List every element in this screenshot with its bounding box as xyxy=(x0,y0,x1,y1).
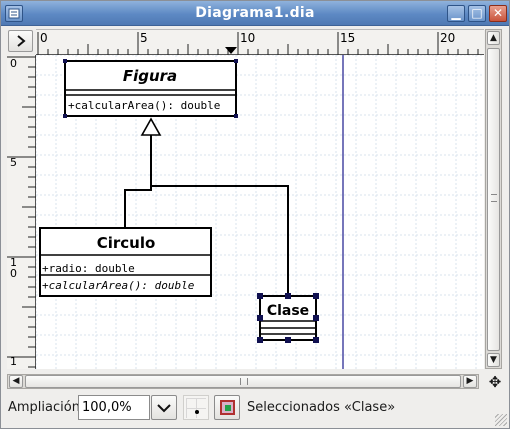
menu-popup-button[interactable] xyxy=(8,30,33,52)
dia-window: Diagrama1.dia ▁ □ ✕ 0 5 10 15 20 0 5 1 0… xyxy=(0,0,510,429)
chevron-right-icon xyxy=(16,35,26,47)
vruler-label-15: 1 xyxy=(10,355,17,368)
horizontal-scroll-thumb[interactable] xyxy=(25,375,461,388)
minimize-icon: ▁ xyxy=(451,6,461,20)
ruler-label-5: 5 xyxy=(140,31,148,45)
zoom-label: Ampliación xyxy=(8,400,80,415)
class-name-clase: Clase xyxy=(267,303,309,319)
vertical-scroll-thumb[interactable] xyxy=(487,48,500,351)
close-icon: ✕ xyxy=(492,6,504,20)
resize-handle-n[interactable] xyxy=(285,293,291,299)
zoom-dropdown-button[interactable] xyxy=(151,395,177,420)
mainpoint-snap-toggle[interactable] xyxy=(214,395,240,420)
attribute-circulo-0: +radio: double xyxy=(42,262,135,275)
generalization-arrow-icon xyxy=(140,117,162,136)
horizontal-ruler[interactable]: 0 5 10 15 20 xyxy=(36,29,484,56)
object-snap-inner-square xyxy=(225,405,231,411)
vruler-label-0: 0 xyxy=(10,57,17,70)
scroll-up-button[interactable]: ▲ xyxy=(487,31,500,45)
operation-figura-0: +calcularArea(): double xyxy=(68,99,220,112)
scroll-down-button[interactable]: ▼ xyxy=(487,353,500,367)
snap-to-grid-toggle[interactable] xyxy=(183,395,209,420)
horizontal-ruler-scale: 0 5 10 15 20 xyxy=(37,31,479,56)
status-bar: Ampliación Seleccionados «Clase» xyxy=(1,392,509,428)
ruler-label-10: 10 xyxy=(240,31,255,45)
connection-point xyxy=(63,114,67,118)
navigation-move-icon[interactable]: ✥ xyxy=(487,374,503,390)
uml-class-clase[interactable]: Clase xyxy=(257,293,319,343)
ruler-position-marker-icon xyxy=(225,47,237,54)
ruler-label-15: 15 xyxy=(340,31,355,45)
title-bar[interactable]: Diagrama1.dia ▁ □ ✕ xyxy=(1,1,509,26)
vruler-label-5: 5 xyxy=(10,156,17,169)
class-name-circulo: Circulo xyxy=(97,234,156,252)
scroll-left-button[interactable]: ◀ xyxy=(9,375,23,388)
vertical-scrollbar[interactable]: ▲ ▼ xyxy=(485,29,502,369)
diagram-svg: Figura +calcularArea(): double Circulo +… xyxy=(36,55,484,369)
maximize-icon: □ xyxy=(471,6,483,20)
vertical-ruler[interactable]: 0 5 1 0 1 xyxy=(7,55,36,369)
vruler-label-1-b: 0 xyxy=(10,267,17,280)
resize-handle-e[interactable] xyxy=(313,315,319,321)
diagram-canvas[interactable]: Figura +calcularArea(): double Circulo +… xyxy=(36,55,484,369)
scroll-grip-icon xyxy=(491,194,497,202)
chevron-down-icon xyxy=(157,404,171,413)
resize-handle-se[interactable] xyxy=(313,337,319,343)
connection-point xyxy=(63,59,67,63)
horizontal-scrollbar[interactable]: ◀ ▶ xyxy=(7,374,479,389)
scroll-grip-icon xyxy=(240,378,248,385)
vertical-ruler-scale: 0 5 1 0 1 xyxy=(7,56,36,368)
ruler-label-0: 0 xyxy=(40,31,48,45)
object-snap-icon xyxy=(220,400,235,415)
scroll-right-button[interactable]: ▶ xyxy=(463,375,477,388)
resize-handle-nw[interactable] xyxy=(257,293,263,299)
minimize-button[interactable]: ▁ xyxy=(447,5,465,22)
operation-circulo-0: +calcularArea(): double xyxy=(42,279,195,292)
maximize-button[interactable]: □ xyxy=(468,5,486,22)
resize-handle-s[interactable] xyxy=(285,337,291,343)
snap-point-icon xyxy=(195,410,199,414)
resize-handle-sw[interactable] xyxy=(257,337,263,343)
grid-icon xyxy=(186,398,206,418)
zoom-input[interactable] xyxy=(78,395,150,420)
close-button[interactable]: ✕ xyxy=(489,5,507,22)
window-resize-grip[interactable] xyxy=(495,414,507,426)
connection-point xyxy=(234,59,238,63)
window-title: Diagrama1.dia xyxy=(195,5,315,21)
resize-handle-ne[interactable] xyxy=(313,293,319,299)
selection-status: Seleccionados «Clase» xyxy=(247,400,396,415)
uml-class-circulo[interactable]: Circulo +radio: double +calcularArea(): … xyxy=(39,227,212,297)
resize-handle-w[interactable] xyxy=(257,315,263,321)
ruler-label-20: 20 xyxy=(440,31,455,45)
connector-circulo-line[interactable] xyxy=(124,135,152,233)
connection-point xyxy=(234,114,238,118)
uml-class-figura[interactable]: Figura +calcularArea(): double xyxy=(64,60,237,117)
class-name-figura: Figura xyxy=(123,67,177,85)
